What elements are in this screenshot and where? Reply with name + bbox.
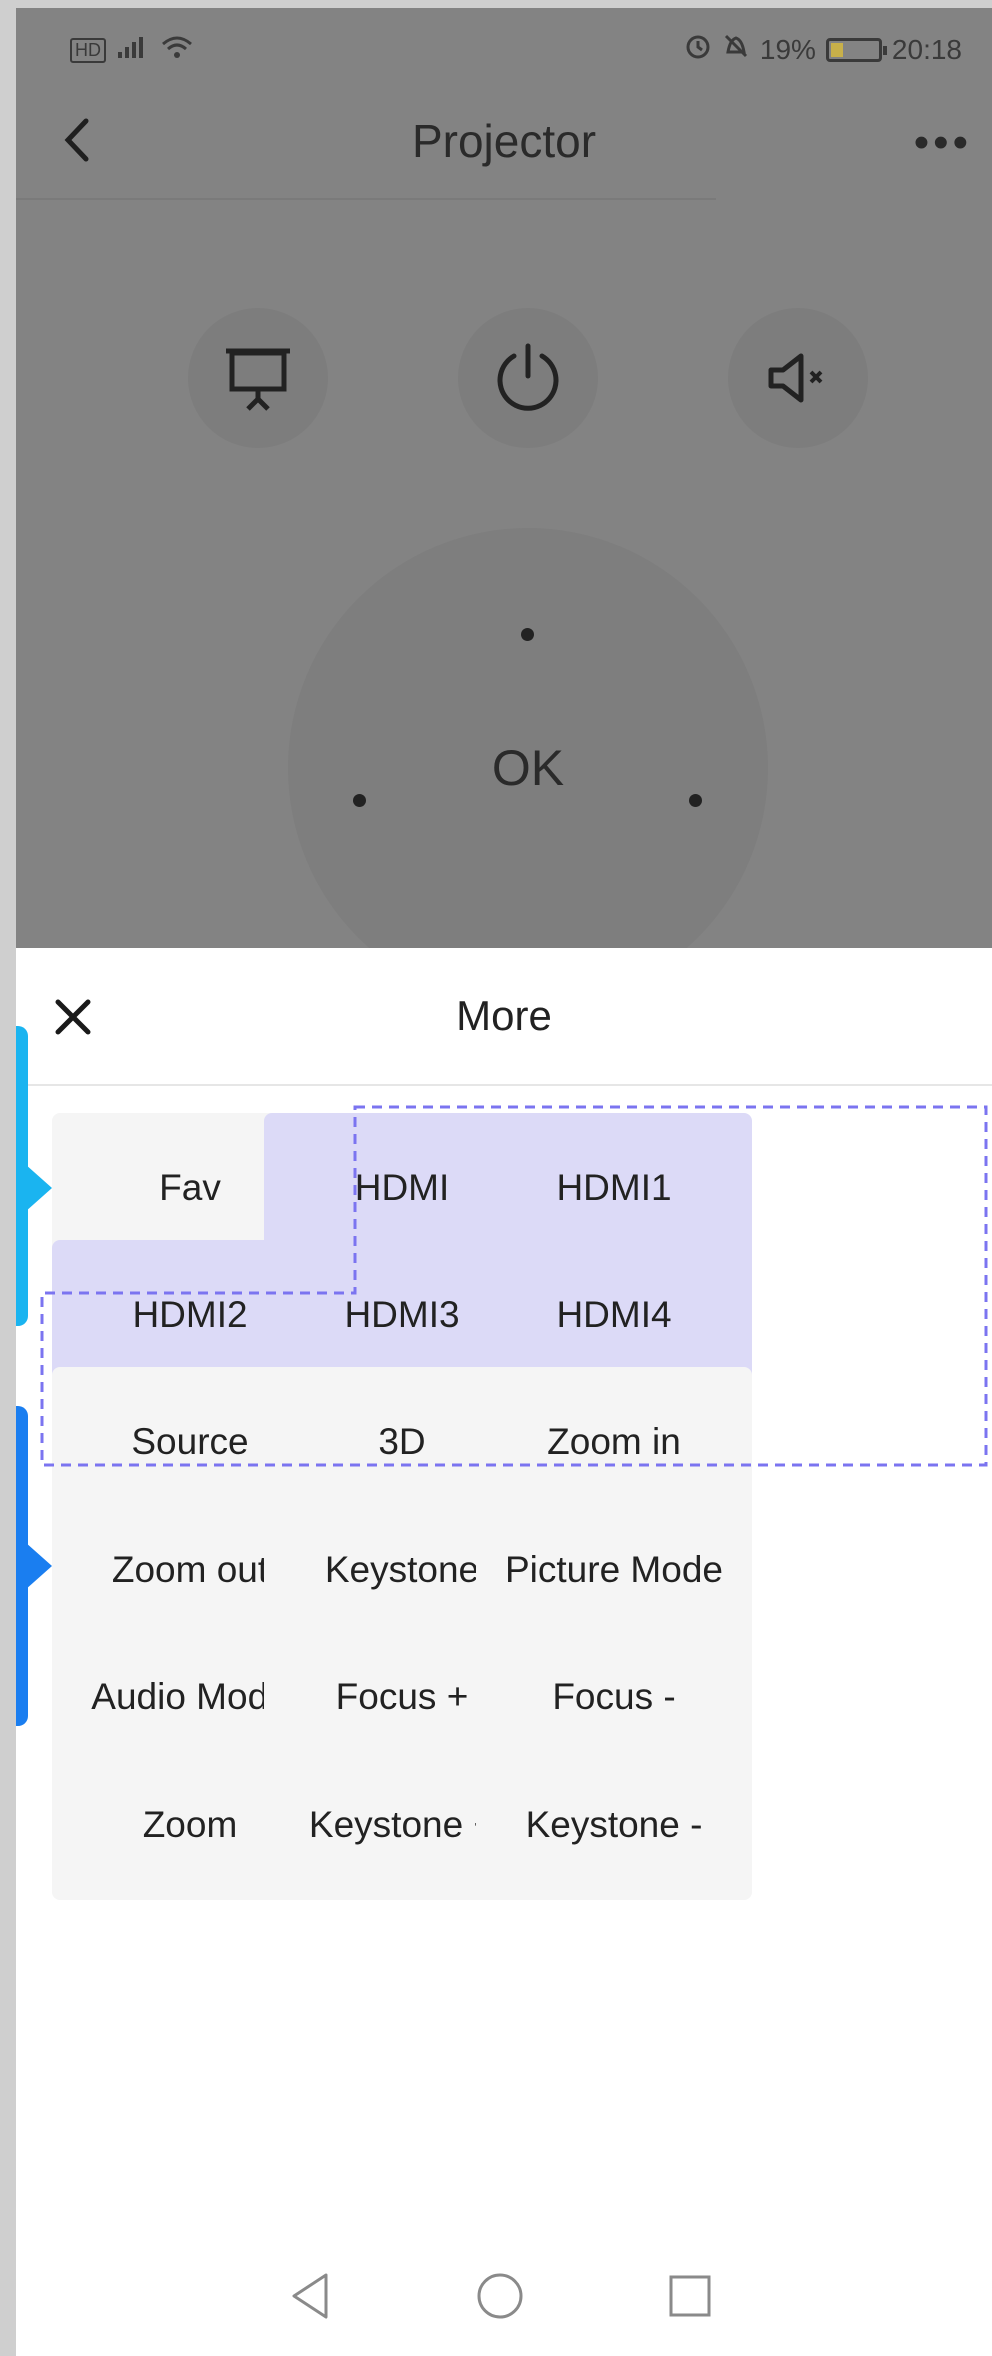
battery-icon (825, 37, 887, 62)
alarm-icon (684, 32, 712, 67)
more-sheet: More Fav HDMI HDMI1 HDMI2 HDMI3 HDMI4 Source 3D… (16, 948, 992, 2356)
more-dots-icon: ••• (913, 118, 972, 167)
dpad: OK (288, 528, 768, 1008)
header-divider (16, 198, 716, 200)
battery-percent: 19% (759, 33, 816, 65)
triangle-back-icon (292, 2273, 328, 2319)
dpad-left-button[interactable] (353, 794, 366, 807)
nav-back-button[interactable] (280, 2266, 340, 2326)
nav-recents-button[interactable] (660, 2266, 720, 2326)
command-button-keystone[interactable]: Keystone - (476, 1750, 752, 1900)
circle-home-icon (477, 2273, 523, 2319)
status-right: 19% 20:18 (684, 32, 962, 67)
mute-icon (768, 353, 823, 403)
square-recents-icon (669, 2275, 711, 2317)
system-nav-bar (16, 2238, 992, 2356)
mute-button[interactable] (728, 308, 868, 448)
clock: 20:18 (891, 33, 962, 65)
screen: HD 19% 20:18 Projector ••• OK More Fav H… (16, 8, 992, 2356)
hdmi-selection-outline (40, 1105, 988, 1467)
hd-icon: HD (70, 38, 106, 63)
do-not-disturb-icon (722, 32, 750, 67)
app-background-dimmed[interactable]: HD 19% 20:18 Projector ••• OK (16, 8, 992, 1008)
dpad-right-button[interactable] (689, 794, 702, 807)
power-button[interactable] (458, 308, 598, 448)
app-header: Projector ••• (16, 88, 992, 198)
wifi-icon (160, 34, 194, 67)
side-arrow-blue-icon (16, 1534, 52, 1598)
status-left-icons: HD (70, 34, 194, 67)
side-arrow-cyan-icon (16, 1156, 52, 1220)
more-options-button[interactable]: ••• (914, 118, 972, 168)
presentation-icon (226, 348, 290, 411)
dpad-up-button[interactable] (521, 628, 534, 641)
page-title: Projector (411, 115, 597, 167)
ok-button[interactable]: OK (428, 668, 628, 868)
signal-icon (116, 34, 150, 67)
power-icon (497, 343, 559, 411)
status-bar: HD 19% 20:18 (16, 8, 992, 88)
nav-home-button[interactable] (470, 2266, 530, 2326)
presentation-button[interactable] (188, 308, 328, 448)
